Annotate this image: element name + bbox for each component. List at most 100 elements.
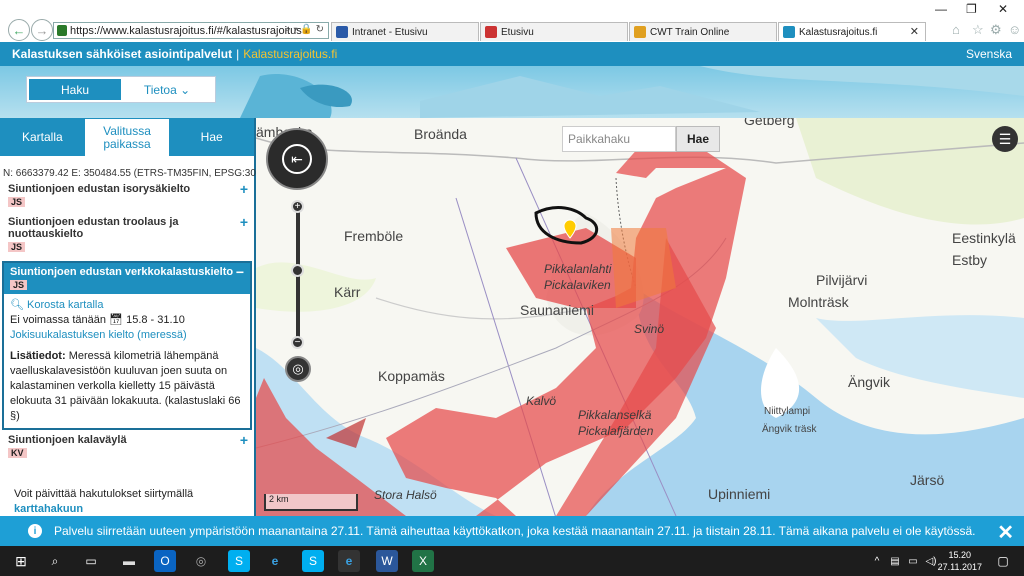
tab-intranet[interactable]: Intranet - Etusivu — [331, 22, 479, 41]
maintenance-notice: i Palvelu siirretään uuteen ympäristöön … — [0, 516, 1024, 546]
excel-icon[interactable]: X — [412, 550, 434, 572]
restore-icon[interactable]: ❐ — [966, 2, 977, 16]
map-place-label: Ängvik träsk — [762, 424, 817, 435]
tab-favicon-icon — [634, 26, 646, 38]
url-text: https://www.kalastusrajoitus.fi/#/kalast… — [70, 24, 302, 37]
back-button[interactable]: ← — [8, 19, 30, 41]
info-label: Lisätiedot: — [10, 350, 66, 362]
close-tab-icon[interactable]: ✕ — [910, 25, 919, 38]
map-place-label: Molnträsk — [788, 294, 849, 310]
address-bar[interactable]: https://www.kalastusrajoitus.fi/#/kalast… — [53, 22, 329, 39]
zoom-out-button[interactable]: − — [291, 336, 304, 349]
map-water-label: Pikkalanlahti — [544, 262, 612, 276]
map-place-label: Fremböle — [344, 228, 404, 244]
map-place-label: Estby — [952, 252, 988, 268]
site-header: Kalastuksen sähköiset asiointipalvelut |… — [0, 42, 1024, 66]
tab-selected-place[interactable]: Valitussa paikassa — [84, 118, 170, 156]
word-icon[interactable]: W — [376, 550, 398, 572]
tab-etusivu[interactable]: Etusivu — [480, 22, 628, 41]
rule-link[interactable]: Jokisuukalastuksen kielto (meressä) — [10, 328, 244, 343]
close-window-icon[interactable]: ✕ — [998, 2, 1008, 16]
item-title: Siuntionjoen edustan troolaus ja nuottau… — [8, 216, 179, 240]
map-search-link[interactable]: karttahakuun — [14, 503, 83, 515]
map-place-label: Upinniemi — [708, 486, 771, 502]
type-badge: JS — [8, 197, 26, 207]
tab-favicon-icon — [783, 26, 795, 38]
clock[interactable]: 15.20 27.11.2017 — [938, 549, 982, 573]
zoom-handle[interactable] — [291, 264, 304, 277]
site-icon — [57, 25, 67, 36]
info-icon: i — [28, 524, 42, 538]
expand-icon[interactable]: + — [240, 181, 248, 197]
forward-button[interactable]: → — [31, 19, 53, 41]
site-link[interactable]: Kalastusrajoitus.fi — [243, 47, 337, 61]
home-icon[interactable]: ⌂ — [952, 22, 960, 37]
map-place-label: Getberg — [744, 118, 795, 128]
tab-label: Kalastusrajoitus.fi — [799, 26, 878, 38]
tab-search[interactable]: Hae — [169, 118, 255, 156]
expand-icon[interactable]: + — [240, 214, 248, 230]
locate-icon[interactable]: ◎ — [285, 356, 311, 382]
skype-icon[interactable]: S — [228, 550, 250, 572]
place-search-button[interactable]: Hae — [676, 126, 720, 152]
hint-text: Voit päivittää hakutulokset siirtymällä — [14, 488, 194, 500]
highlight-link[interactable]: 🔍︎ Korosta kartalla — [10, 298, 244, 313]
map-place-label: Pilvijärvi — [816, 272, 868, 288]
list-item[interactable]: Siuntionjoen edustan isorysäkielto JS + — [0, 179, 254, 212]
list-item[interactable]: Siuntionjoen kalaväylä KV + — [0, 430, 254, 463]
notice-text: Palvelu siirretään uuteen ympäristöön ma… — [54, 524, 976, 538]
nav-info[interactable]: Tietoa ⌄ — [121, 79, 213, 100]
map-place-label: Eestinkylä — [952, 230, 1016, 246]
expanded-item-header[interactable]: Siuntionjoen edustan verkkokalastuskielt… — [4, 263, 250, 294]
tab-cwt[interactable]: CWT Train Online — [629, 22, 777, 41]
map-view[interactable]: ämbacka Broända Getberg Fremböle Eestink… — [256, 118, 1024, 516]
notifications-icon[interactable]: ▢ — [992, 550, 1014, 572]
task-view-icon[interactable]: ▭ — [80, 550, 102, 572]
status-text: Ei voimassa tänään — [10, 314, 106, 326]
item-title: Siuntionjoen kalaväylä — [8, 434, 127, 446]
app-icon[interactable]: ◎ — [190, 550, 212, 572]
skype-business-icon[interactable]: S — [302, 550, 324, 572]
highlight-label: Korosta kartalla — [27, 299, 104, 311]
ie-icon[interactable]: e — [338, 550, 360, 572]
tab-on-map[interactable]: Kartalla — [0, 118, 85, 156]
header-separator: | — [236, 47, 240, 61]
search-icon[interactable]: ⌕ — [44, 550, 66, 572]
coordinates-readout: N: 6663379.42 E: 350484.55 (ETRS-TM35FIN… — [3, 168, 271, 179]
expand-icon[interactable]: + — [240, 432, 248, 448]
tab-label: CWT Train Online — [650, 26, 730, 38]
map-water-label: Pikkalanselkä — [578, 408, 652, 422]
place-search-input[interactable]: Paikkahaku — [562, 126, 676, 152]
collapse-icon[interactable]: − — [236, 264, 244, 280]
outlook-icon[interactable]: O — [154, 550, 176, 572]
nav-search[interactable]: Haku — [29, 79, 121, 100]
map-water-label: Pickalaviken — [544, 278, 611, 292]
type-badge: KV — [8, 448, 27, 458]
zoom-in-button[interactable]: + — [291, 200, 304, 213]
clock-date: 27.11.2017 — [937, 562, 982, 572]
tab-favicon-icon — [336, 26, 348, 38]
edge-icon[interactable]: e — [264, 550, 286, 572]
folder-icon[interactable]: ▬ — [118, 550, 140, 572]
close-notice-icon[interactable]: ✕ — [997, 520, 1014, 545]
layers-menu-icon[interactable]: ☰ — [992, 126, 1018, 152]
scale-bar: 2 km — [264, 494, 358, 511]
compass-pan-control[interactable]: ⇤ — [266, 128, 328, 190]
feedback-icon[interactable]: ☺ — [1008, 22, 1021, 37]
favorites-icon[interactable]: ☆ — [972, 22, 984, 38]
tab-kalastusrajoitus[interactable]: Kalastusrajoitus.fi ✕ — [778, 22, 926, 41]
pan-icon: ⇤ — [282, 144, 312, 174]
map-place-label: Broända — [414, 126, 467, 142]
start-icon[interactable]: ⊞ — [10, 550, 32, 572]
sidebar-tabs: Kartalla Valitussa paikassa Hae — [0, 118, 255, 156]
minimize-icon[interactable]: — — [935, 2, 947, 16]
map-place-label: Järsö — [910, 472, 945, 488]
settings-icon[interactable]: ⚙ — [990, 22, 1002, 38]
map-place-label: Stora Halsö — [374, 488, 437, 502]
expanded-item: Siuntionjoen edustan verkkokalastuskielt… — [2, 261, 252, 430]
list-item[interactable]: Siuntionjoen edustan troolaus ja nuottau… — [0, 212, 254, 257]
item-title: Siuntionjoen edustan verkkokalastuskielt… — [10, 266, 234, 278]
calendar-icon: 📅︎ — [109, 314, 124, 326]
tab-label: Intranet - Etusivu — [352, 26, 428, 38]
language-link[interactable]: Svenska — [966, 47, 1012, 61]
